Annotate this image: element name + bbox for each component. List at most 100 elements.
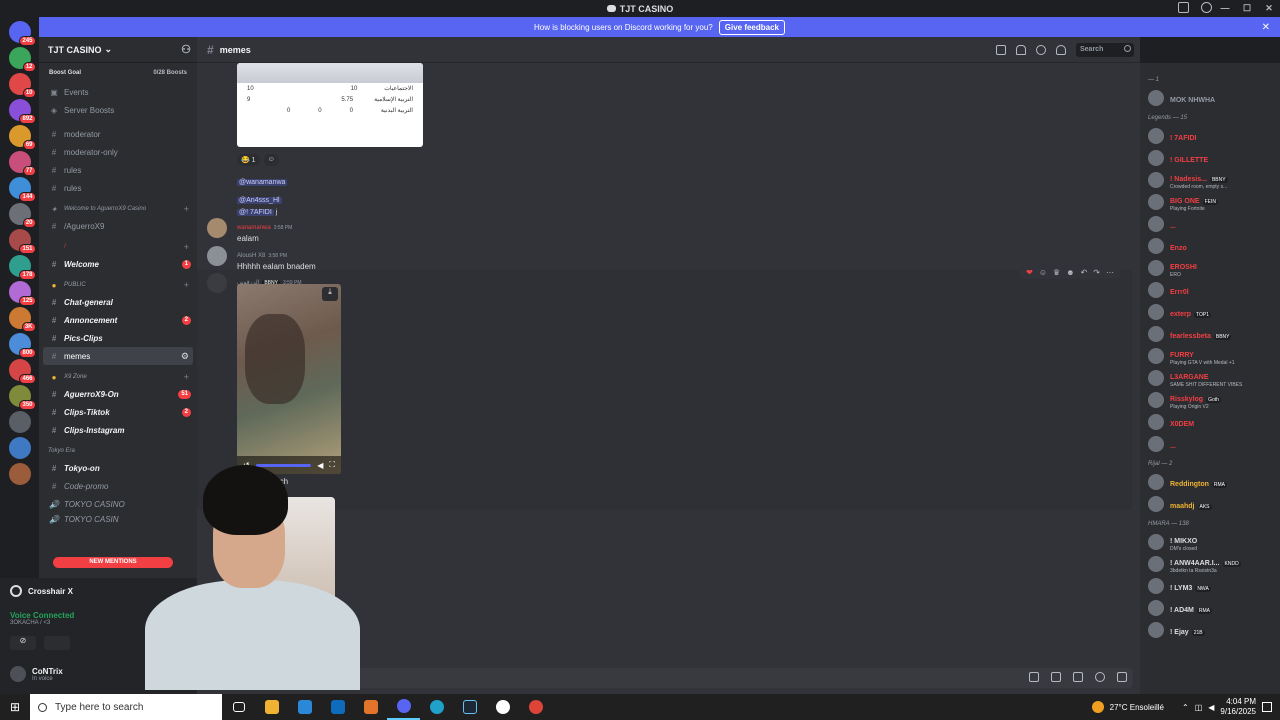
- gear-icon[interactable]: ⚙: [181, 351, 189, 362]
- more-icon[interactable]: ⋯: [1106, 268, 1114, 277]
- sidebar-item-rules[interactable]: # rules: [39, 161, 197, 179]
- member-item[interactable]: ! Ejay 21B: [1148, 619, 1272, 641]
- tray-chevron-icon[interactable]: ⌃: [1182, 703, 1189, 712]
- user-mention[interactable]: @wanamanwa: [237, 179, 288, 186]
- server-icon[interactable]: 178: [8, 255, 36, 280]
- server-icon[interactable]: 144: [8, 177, 36, 202]
- server-icon[interactable]: 3K: [8, 307, 36, 332]
- reply-icon[interactable]: ↶: [1081, 268, 1088, 277]
- category-public[interactable]: ● PUBLIC +: [39, 277, 197, 293]
- banner-close-icon[interactable]: ✕: [1262, 22, 1270, 33]
- server-icon[interactable]: [8, 437, 31, 459]
- message-avatar[interactable]: [207, 218, 227, 238]
- server-icon[interactable]: [8, 463, 31, 485]
- forward-icon[interactable]: ↷: [1093, 268, 1100, 277]
- discord-taskbar-icon[interactable]: [387, 694, 420, 720]
- reaction-laugh[interactable]: 😂 1: [237, 154, 260, 166]
- member-item[interactable]: ! 7AFIDI: [1148, 125, 1272, 147]
- inbox-icon[interactable]: [1178, 2, 1189, 13]
- invite-icon[interactable]: ⚇: [181, 43, 191, 56]
- category-welcome[interactable]: ✦ Welcome to AguerroX9 Casino +: [39, 201, 197, 217]
- server-icon[interactable]: 466: [8, 359, 36, 384]
- member-item[interactable]: L3ARGANE SAME SHIT DIFFERENT VIBES: [1148, 367, 1272, 389]
- camera-off-icon[interactable]: ⊘: [10, 636, 36, 650]
- apps-icon[interactable]: [1117, 672, 1127, 682]
- minimize-button[interactable]: —: [1214, 0, 1236, 17]
- user-mention[interactable]: @! 7AFIDI: [237, 209, 274, 216]
- sidebar-item-moderator-only[interactable]: # moderator-only: [39, 143, 197, 161]
- sidebar-item-server-boosts[interactable]: ◈ Server Boosts: [39, 101, 197, 119]
- member-item[interactable]: ...: [1148, 213, 1272, 235]
- message-author[interactable]: wanamanwa: [237, 225, 271, 231]
- member-item[interactable]: Errr0l: [1148, 279, 1272, 301]
- member-item[interactable]: fearlessbeta BBNY: [1148, 323, 1272, 345]
- member-item[interactable]: FURRY Playing GTA V with Medal +1: [1148, 345, 1272, 367]
- add-channel-icon[interactable]: +: [184, 372, 189, 382]
- give-feedback-button[interactable]: Give feedback: [718, 19, 785, 35]
- member-item[interactable]: ...: [1148, 433, 1272, 455]
- pin-icon[interactable]: [1036, 45, 1046, 55]
- message-avatar[interactable]: [207, 246, 227, 266]
- member-item[interactable]: maahdj AKS: [1148, 493, 1272, 515]
- server-icon[interactable]: 892: [8, 99, 36, 124]
- clock[interactable]: 4:04 PM 9/16/2025: [1220, 697, 1256, 717]
- sidebar-item-pics-clips[interactable]: # Pics-Clips: [39, 329, 197, 347]
- taskbar-search-input[interactable]: Type here to search: [30, 694, 222, 720]
- server-icon[interactable]: 12: [8, 47, 36, 72]
- category-bang[interactable]: ! +: [39, 239, 197, 255]
- weather-text[interactable]: 27°C Ensoleillé: [1110, 703, 1164, 712]
- member-item[interactable]: exterp TOP1: [1148, 301, 1272, 323]
- gift-icon[interactable]: [1029, 672, 1039, 682]
- threads-icon[interactable]: [996, 45, 1006, 55]
- download-icon[interactable]: ⤓: [322, 287, 338, 301]
- gif-icon[interactable]: [1051, 672, 1061, 682]
- bell-icon[interactable]: [1016, 45, 1026, 55]
- boost-goal[interactable]: Boost Goal 0/28 Boosts: [39, 63, 197, 83]
- server-icon[interactable]: 800: [8, 333, 36, 358]
- member-item[interactable]: Enzo: [1148, 235, 1272, 257]
- file-explorer-icon[interactable]: [255, 694, 288, 720]
- member-item[interactable]: ! MIKXO DM's closed: [1148, 531, 1272, 553]
- member-item[interactable]: ! GILLETTE: [1148, 147, 1272, 169]
- steam-icon[interactable]: [453, 694, 486, 720]
- member-item[interactable]: ! Nadesis... BBNY Crowded room, empty s...: [1148, 169, 1272, 191]
- sidebar-item-memes[interactable]: # memes ⚙: [43, 347, 193, 365]
- task-view-icon[interactable]: [222, 694, 255, 720]
- user-mention[interactable]: @An4sss_Hl: [237, 197, 282, 204]
- sticker-icon[interactable]: [1073, 672, 1083, 682]
- member-item[interactable]: EROSHI ERO: [1148, 257, 1272, 279]
- chrome-icon[interactable]: [519, 694, 552, 720]
- message-author[interactable]: AlousH X8: [237, 253, 265, 259]
- sidebar-item-rules-2[interactable]: # rules: [39, 179, 197, 197]
- member-item[interactable]: X0DEM: [1148, 411, 1272, 433]
- reaction-crown-icon[interactable]: ♛: [1053, 268, 1060, 277]
- sidebar-item-clips-instagram[interactable]: # Clips-Instagram: [39, 421, 197, 439]
- member-item[interactable]: Risskylog Goth Playing Origin V2: [1148, 389, 1272, 411]
- emoji-icon[interactable]: [1095, 672, 1105, 682]
- server-icon[interactable]: 69: [8, 125, 36, 150]
- server-icon[interactable]: 10: [8, 73, 36, 98]
- reaction-emoji-icon[interactable]: ☺: [1039, 268, 1047, 277]
- outlook-icon[interactable]: [321, 694, 354, 720]
- sidebar-item-annoncement[interactable]: # Annoncement 2: [39, 311, 197, 329]
- member-item[interactable]: ! AD4M RMA: [1148, 597, 1272, 619]
- member-item[interactable]: MOK NHWHA: [1148, 87, 1272, 109]
- add-channel-icon[interactable]: +: [184, 280, 189, 290]
- video-attachment[interactable]: ⤓ ↺ ◀ ⛶: [237, 284, 341, 474]
- add-channel-icon[interactable]: +: [184, 242, 189, 252]
- network-icon[interactable]: ◫: [1195, 703, 1203, 712]
- reaction-heart-icon[interactable]: ❤: [1026, 268, 1033, 277]
- server-icon[interactable]: 350: [8, 385, 36, 410]
- server-icon[interactable]: [8, 411, 31, 433]
- server-icon[interactable]: 77: [8, 151, 36, 176]
- member-item[interactable]: ! ANW4AAR.I... KNDD 3bdetkn ta Rssistn3a: [1148, 553, 1272, 575]
- server-icon[interactable]: 125: [8, 281, 36, 306]
- edge-icon[interactable]: [420, 694, 453, 720]
- obs-icon[interactable]: [486, 694, 519, 720]
- sidebar-item-chat-general[interactable]: # Chat-general: [39, 293, 197, 311]
- sidebar-item-aguerro[interactable]: # /AguerroX9: [39, 217, 197, 235]
- notifications-icon[interactable]: [1262, 702, 1272, 712]
- member-item[interactable]: Reddington RMA: [1148, 471, 1272, 493]
- member-item[interactable]: BIG ONE FEIN Playing Fortnite: [1148, 191, 1272, 213]
- help-icon[interactable]: [1201, 2, 1212, 13]
